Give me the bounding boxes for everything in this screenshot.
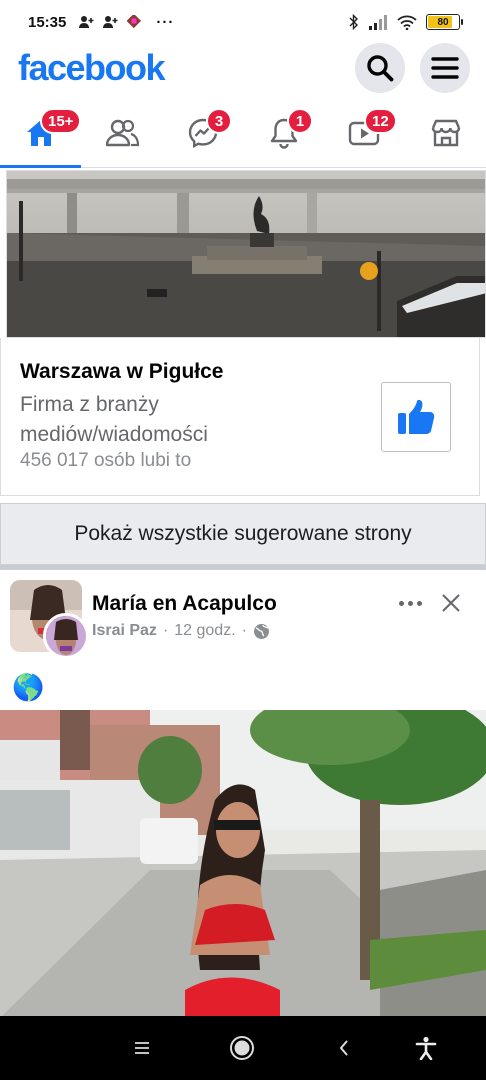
battery-text: 80 (437, 16, 449, 28)
like-page-button[interactable] (381, 382, 451, 452)
search-icon (367, 55, 394, 82)
status-bar: 15:35 ··· 80 (0, 0, 486, 44)
close-icon (442, 594, 460, 612)
tab-home[interactable]: 15+ (0, 98, 82, 168)
wifi-icon (397, 15, 417, 30)
page-likes-count: 456 017 osób lubi to (20, 450, 192, 471)
system-nav-bar (0, 1016, 486, 1080)
person-add-icon (103, 16, 118, 28)
more-icon (398, 600, 404, 606)
page-name[interactable]: Warszawa w Pigułce (20, 360, 223, 384)
home-badge: 15+ (40, 108, 82, 134)
facebook-logo[interactable]: facebook (18, 47, 166, 89)
post-author[interactable]: Israi Paz (92, 622, 157, 640)
watch-badge: 12 (364, 108, 397, 134)
back-icon (339, 1040, 348, 1056)
thumbs-up-icon (398, 399, 435, 434)
person-add-icon (79, 16, 94, 28)
friends-icon (105, 119, 139, 146)
status-more: ··· (156, 13, 175, 31)
recents-icon (135, 1042, 149, 1054)
status-time: 15:35 (28, 13, 67, 31)
more-icon-dot (416, 600, 422, 606)
menu-button[interactable] (420, 43, 470, 93)
app-notification-icon (126, 15, 142, 29)
author-avatar[interactable] (43, 613, 89, 659)
post-meta: Israi Paz · 12 godz. · (92, 622, 270, 640)
tab-bar: 15+ 3 1 12 (0, 98, 486, 168)
store-icon (431, 119, 460, 146)
hide-post-button[interactable] (438, 590, 464, 616)
facebook-screen: 15:35 ··· 80 facebook 15+ 3 1 12 Warszaw… (0, 0, 486, 1080)
tab-friends[interactable] (81, 98, 162, 167)
tab-notifications[interactable]: 1 (243, 98, 324, 167)
more-icon-dot (407, 600, 413, 606)
bluetooth-icon (349, 14, 358, 30)
meta-separator: · (241, 622, 247, 639)
tab-watch[interactable]: 12 (324, 98, 405, 167)
post-time[interactable]: 12 godz. (174, 622, 235, 640)
page-category: Firma z branży mediów/wiadomości (20, 393, 208, 446)
menu-icon (431, 57, 459, 79)
page-cover-image[interactable] (6, 170, 486, 338)
app-header: facebook (0, 40, 486, 96)
messenger-badge: 3 (206, 108, 232, 134)
tab-marketplace[interactable] (405, 98, 486, 167)
meta-separator: · (162, 622, 169, 639)
home-circle-icon (230, 1036, 254, 1060)
search-button[interactable] (355, 43, 405, 93)
post-header: María en Acapulco Israi Paz · 12 godz. · (0, 570, 486, 670)
show-all-suggested-pages-button[interactable]: Pokaż wszystkie sugerowane strony (0, 503, 486, 565)
post-page-name[interactable]: María en Acapulco (92, 592, 277, 616)
post-text: 🌎 (12, 672, 45, 702)
globe-icon (253, 623, 269, 639)
recents-button[interactable] (128, 1034, 156, 1062)
accessibility-icon (415, 1036, 437, 1060)
signal-icon (369, 14, 387, 30)
back-button[interactable] (330, 1034, 358, 1062)
accessibility-button[interactable] (412, 1034, 440, 1062)
tab-messenger[interactable]: 3 (162, 98, 243, 167)
home-nav-button[interactable] (228, 1034, 256, 1062)
post-photo[interactable] (0, 710, 486, 1018)
suggested-page-card[interactable]: Warszawa w Pigułce Firma z branży mediów… (0, 338, 480, 496)
post-more-button[interactable] (394, 590, 426, 616)
battery-icon: 80 (426, 14, 463, 30)
notifications-badge: 1 (287, 108, 313, 134)
